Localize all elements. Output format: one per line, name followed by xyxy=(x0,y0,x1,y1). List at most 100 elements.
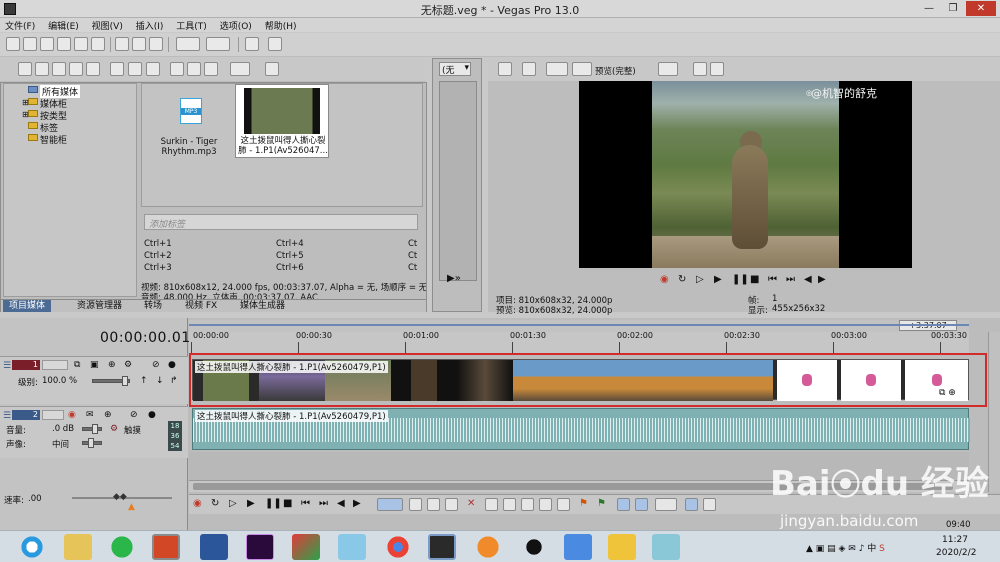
search-icon[interactable] xyxy=(265,62,279,76)
auto-crossfade-icon[interactable] xyxy=(635,498,648,511)
automation-icon[interactable]: ⚙ xyxy=(110,424,118,434)
level-slider-knob[interactable] xyxy=(122,376,128,386)
loop-playback-icon[interactable]: ↻ xyxy=(211,498,219,509)
trim-end-icon[interactable] xyxy=(521,498,534,511)
lock-icon[interactable] xyxy=(557,498,570,511)
preview-quality-dropdown[interactable]: 预览(完整) xyxy=(595,65,636,77)
tab-video-fx[interactable]: 视频 FX xyxy=(179,300,223,312)
magic-wand-icon[interactable] xyxy=(245,37,259,51)
next-frame-icon[interactable]: ▶ xyxy=(818,274,826,285)
video-file-item[interactable]: 这土拨鼠叫得人撕心裂肺 - 1.P1(Av526047... xyxy=(235,84,329,158)
open-icon[interactable] xyxy=(23,37,37,51)
help-pointer-icon[interactable] xyxy=(268,37,282,51)
video-track-header[interactable]: ☰ 1 ⧉ ▣ ⊕ ⚙ ⊘ ● 级别: 100.0 % ↑ ↓ ↱ xyxy=(0,356,188,404)
import-media-icon[interactable] xyxy=(18,62,32,76)
audio-mute-icon[interactable]: ⊘ xyxy=(130,410,138,420)
taskbar-word-icon[interactable] xyxy=(200,534,228,560)
properties-icon[interactable] xyxy=(91,37,105,51)
tab-explorer[interactable]: 资源管理器 xyxy=(71,300,128,312)
play-icon[interactable]: ▶ xyxy=(714,274,722,285)
move-down-icon[interactable]: ↓ xyxy=(156,376,164,386)
snapping-icon[interactable] xyxy=(617,498,630,511)
mute-icon[interactable]: ⊘ xyxy=(152,360,160,370)
next-frame-icon[interactable]: ▶ xyxy=(353,498,361,509)
ignore-grouping-icon[interactable] xyxy=(703,498,716,511)
play-icon[interactable]: ▶ xyxy=(247,498,255,509)
volume-slider-knob[interactable] xyxy=(92,424,98,434)
taskbar-powerpoint-icon[interactable] xyxy=(152,534,180,560)
timeline-ruler[interactable]: 00:00:00 00:00:30 00:01:00 00:01:30 00:0… xyxy=(189,331,969,354)
split-screen-icon[interactable] xyxy=(572,62,592,76)
project-properties-icon[interactable] xyxy=(498,62,512,76)
envelope-tool-icon[interactable] xyxy=(409,498,422,511)
paste-icon[interactable] xyxy=(149,37,163,51)
trim-start-icon[interactable] xyxy=(503,498,516,511)
automation-mode[interactable]: 触摸 xyxy=(124,424,141,436)
taskbar-app-icon[interactable] xyxy=(292,534,320,560)
taskbar-browser-icon[interactable] xyxy=(18,534,46,560)
mp3-file-icon[interactable]: MP3 xyxy=(180,98,202,124)
capture-icon[interactable] xyxy=(35,62,49,76)
pause-icon[interactable]: ❚❚ xyxy=(265,498,282,509)
arm-record-icon[interactable]: ◉ xyxy=(68,410,76,420)
vertical-scrollbar[interactable] xyxy=(988,332,1000,492)
move-right-icon[interactable]: ↱ xyxy=(170,376,178,386)
extract-audio-icon[interactable] xyxy=(52,62,66,76)
expand-media-bins-icon[interactable]: ⊞ xyxy=(22,98,29,107)
solo-icon[interactable]: ● xyxy=(168,360,176,370)
auto-preview-icon[interactable] xyxy=(204,62,218,76)
render-icon[interactable] xyxy=(74,37,88,51)
menu-options[interactable]: 选项(O) xyxy=(215,18,257,33)
play-from-start-icon[interactable]: ▷ xyxy=(229,498,237,509)
copy-snapshot-icon[interactable] xyxy=(693,62,707,76)
taskbar-qq-icon[interactable] xyxy=(520,534,548,560)
trim-icon[interactable] xyxy=(485,498,498,511)
go-to-end-icon[interactable]: ⏭ xyxy=(319,498,328,509)
zoom-tool-icon[interactable] xyxy=(445,498,458,511)
save-icon[interactable] xyxy=(40,37,54,51)
copy-icon[interactable] xyxy=(132,37,146,51)
overlays-icon[interactable] xyxy=(658,62,678,76)
save-snapshot-icon[interactable] xyxy=(710,62,724,76)
track-expand-icon[interactable]: ☰ xyxy=(3,361,11,371)
minimize-button[interactable]: — xyxy=(918,1,940,16)
menu-help[interactable]: 帮助(H) xyxy=(260,18,302,33)
fx-icon[interactable] xyxy=(146,62,160,76)
taskbar-app4-icon[interactable] xyxy=(564,534,592,560)
refresh-icon[interactable] xyxy=(69,62,83,76)
record-icon[interactable]: ◉ xyxy=(193,498,202,509)
cut-icon[interactable] xyxy=(115,37,129,51)
menu-file[interactable]: 文件(F) xyxy=(0,18,40,33)
selection-tool-icon[interactable] xyxy=(427,498,440,511)
taskbar-app2-icon[interactable] xyxy=(338,534,366,560)
compositing-mode-icon[interactable]: ⚙ xyxy=(124,360,132,370)
go-to-start-icon[interactable]: ⏮ xyxy=(768,274,777,285)
restore-button[interactable]: ❐ xyxy=(942,1,964,16)
taskbar-vegas-icon[interactable] xyxy=(428,534,456,560)
menu-insert[interactable]: 插入(I) xyxy=(131,18,169,33)
search-media-icon[interactable] xyxy=(86,62,100,76)
auto-ripple-icon[interactable] xyxy=(655,498,677,511)
compositing-icon[interactable]: ▣ xyxy=(90,360,99,370)
redo-icon[interactable] xyxy=(206,37,230,51)
taskbar-premiere-icon[interactable] xyxy=(246,534,274,560)
external-monitor-icon[interactable] xyxy=(522,62,536,76)
taskbar-wechat-icon[interactable] xyxy=(108,534,136,560)
taskbar-time[interactable]: 11:27 xyxy=(942,535,968,545)
menu-tools[interactable]: 工具(T) xyxy=(171,18,212,33)
prev-frame-icon[interactable]: ◀ xyxy=(804,274,812,285)
close-button[interactable]: ✕ xyxy=(966,1,996,16)
marker-icon[interactable]: ⚑ xyxy=(579,498,588,509)
trimmer-dropdown[interactable]: (无 ▾ xyxy=(439,62,471,76)
taskbar-date[interactable]: 2020/2/2 xyxy=(936,548,976,558)
audio-event[interactable]: 这土拨鼠叫得人撕心裂肺 - 1.P1(Av5260479,P1) xyxy=(192,408,970,450)
prev-frame-icon[interactable]: ◀ xyxy=(337,498,345,509)
new-icon[interactable] xyxy=(6,37,20,51)
go-to-start-icon[interactable]: ⏮ xyxy=(301,498,310,509)
play-preview-icon[interactable] xyxy=(170,62,184,76)
rate-slider-knob[interactable]: ◆◆ xyxy=(113,492,127,502)
track-fx-icon[interactable]: ⊕ xyxy=(108,360,116,370)
tab-project-media[interactable]: 项目媒体 xyxy=(3,300,52,312)
play-from-start-icon[interactable]: ▷ xyxy=(696,274,704,285)
taskbar-app6-icon[interactable] xyxy=(652,534,680,560)
